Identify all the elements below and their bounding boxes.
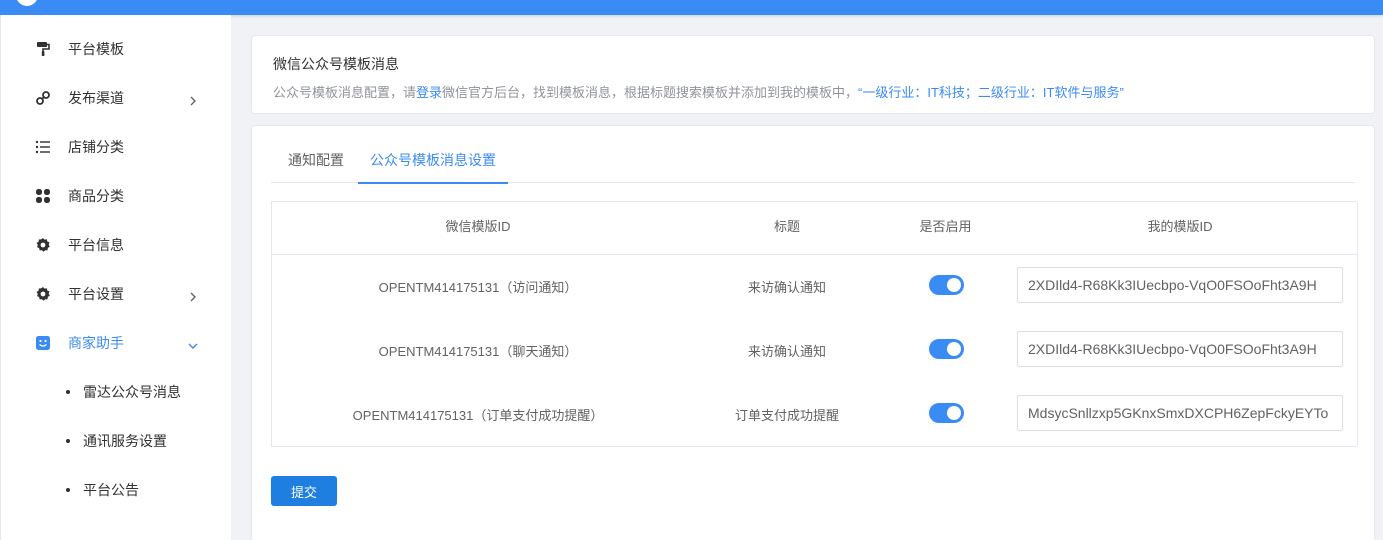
login-link[interactable]: 登录 [416,85,442,100]
header-divider [272,254,1357,255]
my-template-id-input[interactable] [1017,395,1343,431]
sidebar-item-platform-template[interactable]: 平台模板 [1,24,232,73]
industry-highlight: “一级行业：IT科技；二级行业：IT软件与服务” [858,85,1124,100]
sidebar-item-platform-settings[interactable]: 平台设置 [1,269,232,318]
sidebar-item-label: 平台信息 [68,236,124,253]
submit-button[interactable]: 提交 [271,476,337,506]
paint-roller-icon [35,41,51,57]
chevron-down-icon [188,338,198,349]
info-title: 微信公众号模板消息 [273,56,399,72]
tabs: 通知配置 公众号模板消息设置 [271,146,1355,184]
chevron-right-icon [188,93,198,105]
sidebar-item-label: 商品分类 [68,187,124,204]
sidebar-item-label: 平台设置 [68,285,124,302]
template-table: 微信模版ID 标题 是否启用 我的模版ID OPENTM414175131（访问… [271,201,1358,447]
title-cell: 来访确认通知 [747,344,826,359]
info-card: 微信公众号模板消息 公众号模板消息配置，请登录微信官方后台，找到模板消息，根据标… [251,35,1375,114]
info-desc-middle: 微信官方后台，找到模板消息，根据标题搜索模板并添加到我的模板中， [442,85,859,100]
template-id-cell: OPENTM414175131（订单支付成功提醒） [352,408,604,423]
sidebar-item-merchant-assistant[interactable]: 商家助手 [1,318,232,367]
title-cell: 订单支付成功提醒 [734,408,839,423]
sidebar-item-product-category[interactable]: 商品分类 [1,171,232,220]
column-header-my-template-id: 我的模版ID [1147,219,1213,234]
sidebar-item-platform-info[interactable]: 平台信息 [1,220,232,269]
link-icon [35,90,51,106]
sidebar-subitem-platform-announcement[interactable]: 平台公告 [1,465,232,514]
grid-icon [35,188,51,204]
sidebar-item-store-category[interactable]: 店铺分类 [1,122,232,171]
my-template-id-input[interactable] [1017,267,1343,303]
sidebar-item-label: 发布渠道 [68,89,124,106]
sidebar-item-publish-channel[interactable]: 发布渠道 [1,73,232,122]
chevron-right-icon [188,289,198,301]
my-template-id-input[interactable] [1017,331,1343,367]
enable-toggle[interactable] [929,275,964,295]
template-id-cell: OPENTM414175131（聊天通知） [378,344,578,359]
logo[interactable] [16,0,38,6]
toggle-knob [947,278,961,292]
template-id-cell: OPENTM414175131（访问通知） [378,280,578,295]
column-header-enabled: 是否启用 [919,219,972,234]
gear-icon [35,237,51,253]
toggle-knob [947,406,961,420]
enable-toggle[interactable] [929,403,964,423]
toggle-knob [947,342,961,356]
sidebar-subitem-label: 平台公告 [83,481,139,498]
sidebar-subitem-radar-messages[interactable]: 雷达公众号消息 [1,367,232,416]
top-header-bar [0,0,1383,15]
info-desc-prefix: 公众号模板消息配置，请 [273,85,417,100]
sidebar-subitem-communication-settings[interactable]: 通讯服务设置 [1,416,232,465]
list-icon [35,139,51,155]
enable-toggle[interactable] [929,339,964,359]
gear-icon [35,286,51,302]
sidebar: 平台模板 发布渠道 店铺分类 商品分类 平台信息 平台设置 商家助手 雷达公众号… [0,15,231,540]
column-header-template-id: 微信模版ID [445,219,511,234]
template-settings-card: 通知配置 公众号模板消息设置 微信模版ID 标题 是否启用 我的模版ID OPE… [251,125,1375,540]
tab-notification-config[interactable]: 通知配置 [288,146,344,183]
robot-face-icon [35,335,51,351]
sidebar-item-label: 平台模板 [68,40,124,57]
info-description: 公众号模板消息配置，请登录微信官方后台，找到模板消息，根据标题搜索模板并添加到我… [273,82,1124,101]
sidebar-subitem-label: 通讯服务设置 [83,432,167,449]
bullet-dot [66,389,70,394]
column-header-title: 标题 [773,219,800,234]
bullet-dot [66,487,70,492]
bullet-dot [66,438,70,443]
sidebar-subitem-label: 雷达公众号消息 [83,383,181,400]
sidebar-item-label: 店铺分类 [68,138,124,155]
title-cell: 来访确认通知 [747,280,826,295]
sidebar-item-label: 商家助手 [68,334,124,351]
tab-template-message-settings[interactable]: 公众号模板消息设置 [358,146,508,184]
